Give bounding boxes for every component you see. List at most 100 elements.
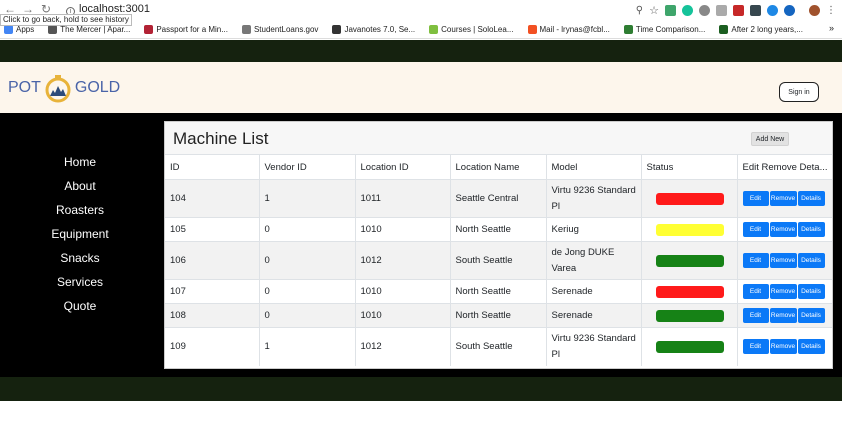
extension-icon[interactable] <box>665 4 676 16</box>
edit-button[interactable]: Edit <box>742 284 769 299</box>
edit-button[interactable]: Edit <box>742 222 769 237</box>
profile-avatar[interactable] <box>809 4 820 16</box>
remove-button[interactable]: Remove <box>769 284 797 299</box>
extension-icon[interactable] <box>784 4 795 16</box>
bookmark-label: StudentLoans.gov <box>253 24 319 34</box>
details-button[interactable]: Details <box>797 253 825 268</box>
cell-actions: Edit Remove Details <box>736 327 832 366</box>
cell-vendor-id: 1 <box>258 327 355 366</box>
row-actions: Edit Remove Details <box>742 284 833 299</box>
grammarly-icon[interactable] <box>682 4 693 16</box>
star-icon[interactable]: ☆ <box>649 4 659 17</box>
table-row: 108 0 1010 North Seattle Serenade Edit Remove D… <box>165 303 833 328</box>
table-row: 109 1 1012 South Seattle Virtu 9236 Standard… <box>165 327 832 366</box>
extension-icon[interactable] <box>699 4 710 16</box>
edit-button[interactable]: Edit <box>742 191 769 206</box>
column-header: Location Name <box>449 154 546 180</box>
bookmark-item[interactable]: After 2 long years,... <box>719 24 803 34</box>
bookmark-favicon-icon <box>241 24 251 34</box>
remove-button[interactable]: Remove <box>769 253 797 268</box>
row-actions: Edit Remove Details <box>742 191 833 206</box>
cell-id: 104 <box>165 179 259 218</box>
cell-id: 108 <box>165 303 259 328</box>
cell-vendor-id: 0 <box>258 241 355 280</box>
bookmark-label: Passport for a Min... <box>156 24 228 34</box>
site-header: POT GOLD Sign in <box>0 62 842 113</box>
bookmark-item[interactable]: Time Comparison... <box>623 24 706 34</box>
extension-icon[interactable] <box>716 4 727 16</box>
cell-location-id: 1010 <box>354 217 450 242</box>
cell-location-id: 1010 <box>354 303 450 328</box>
pot-of-gold-logo[interactable]: POT GOLD <box>8 70 120 106</box>
cell-actions: Edit Remove Details <box>736 303 833 328</box>
details-button[interactable]: Details <box>797 191 825 206</box>
bookmark-item[interactable]: Passport for a Min... <box>144 24 228 34</box>
cell-status <box>640 327 737 366</box>
cell-location-id: 1011 <box>354 179 450 218</box>
bookmark-item[interactable]: Javanotes 7.0, Se... <box>332 24 415 34</box>
bookmark-item[interactable]: Courses | SoloLea... <box>429 24 514 34</box>
details-button[interactable]: Details <box>797 284 825 299</box>
extension-icon[interactable] <box>767 4 778 16</box>
bookmark-label: Mail - lrynas@fcbl... <box>539 24 610 34</box>
edit-button[interactable]: Edit <box>742 308 769 323</box>
cell-model: Virtu 9236 Standard Pl <box>545 327 641 366</box>
bookmark-item[interactable]: Mail - lrynas@fcbl... <box>527 24 610 34</box>
side-nav: Home About Roasters Equipment Snacks Services… <box>0 150 160 318</box>
details-button[interactable]: Details <box>797 308 825 323</box>
sign-in-button[interactable]: Sign in <box>779 82 819 102</box>
status-indicator <box>655 285 724 298</box>
row-actions: Edit Remove Details <box>742 308 833 323</box>
details-button[interactable]: Details <box>797 222 825 237</box>
cell-model: Virtu 9236 Standard Pl <box>545 179 641 218</box>
cell-location-name: North Seattle <box>449 217 546 242</box>
nav-link-equipment[interactable]: Equipment <box>0 222 160 246</box>
nav-link-about[interactable]: About <box>0 174 160 198</box>
cell-model: de Jong DUKE Varea <box>545 241 641 280</box>
menu-icon[interactable]: ⋮ <box>826 5 836 16</box>
nav-link-snacks[interactable]: Snacks <box>0 246 160 270</box>
nav-link-services[interactable]: Services <box>0 270 160 294</box>
bookmark-favicon-icon <box>623 24 633 34</box>
cell-vendor-id: 1 <box>258 179 355 218</box>
extension-icon[interactable] <box>750 4 761 16</box>
cell-location-id: 1012 <box>354 327 450 366</box>
cell-id: 106 <box>165 241 259 280</box>
panel-header: Machine List Add New <box>165 122 832 154</box>
remove-button[interactable]: Remove <box>769 222 797 237</box>
bookmark-label: Courses | SoloLea... <box>441 24 514 34</box>
bookmarks-more-icon[interactable]: » <box>829 23 834 33</box>
table-row: 107 0 1010 North Seattle Serenade Edit Remove D… <box>165 279 833 304</box>
remove-button[interactable]: Remove <box>769 308 797 323</box>
coffee-pot-logo-icon <box>45 75 71 103</box>
remove-button[interactable]: Remove <box>769 339 797 355</box>
remove-button[interactable]: Remove <box>769 191 797 206</box>
nav-link-quote[interactable]: Quote <box>0 294 160 318</box>
page-title: Machine List <box>173 129 269 148</box>
cell-location-name: South Seattle <box>449 327 546 366</box>
cell-status <box>640 303 737 328</box>
cell-status <box>640 217 737 242</box>
search-icon[interactable]: ⚲ <box>636 5 643 16</box>
bookmark-item[interactable]: StudentLoans.gov <box>241 24 319 34</box>
extension-icon[interactable] <box>733 4 744 16</box>
nav-link-roasters[interactable]: Roasters <box>0 198 160 222</box>
details-button[interactable]: Details <box>797 339 825 355</box>
edit-button[interactable]: Edit <box>742 339 769 355</box>
edit-button[interactable]: Edit <box>742 253 769 268</box>
column-header: Model <box>545 154 641 180</box>
cell-vendor-id: 0 <box>258 279 355 304</box>
table-body: 104 1 1011 Seattle Central Virtu 9236 Standa… <box>165 179 833 366</box>
bookmark-favicon-icon <box>144 24 154 34</box>
column-header: ID <box>165 154 259 180</box>
extensions-area: ⚲ ☆ ⋮ <box>636 3 836 17</box>
column-header: Edit Remove Deta... <box>736 154 832 180</box>
bookmark-favicon-icon <box>527 24 537 34</box>
bookmark-label: Time Comparison... <box>635 24 706 34</box>
status-indicator <box>655 340 724 353</box>
cell-status <box>640 241 737 280</box>
cell-id: 107 <box>165 279 259 304</box>
add-new-button[interactable]: Add New <box>751 132 789 146</box>
nav-link-home[interactable]: Home <box>0 150 160 174</box>
column-header: Vendor ID <box>258 154 355 180</box>
